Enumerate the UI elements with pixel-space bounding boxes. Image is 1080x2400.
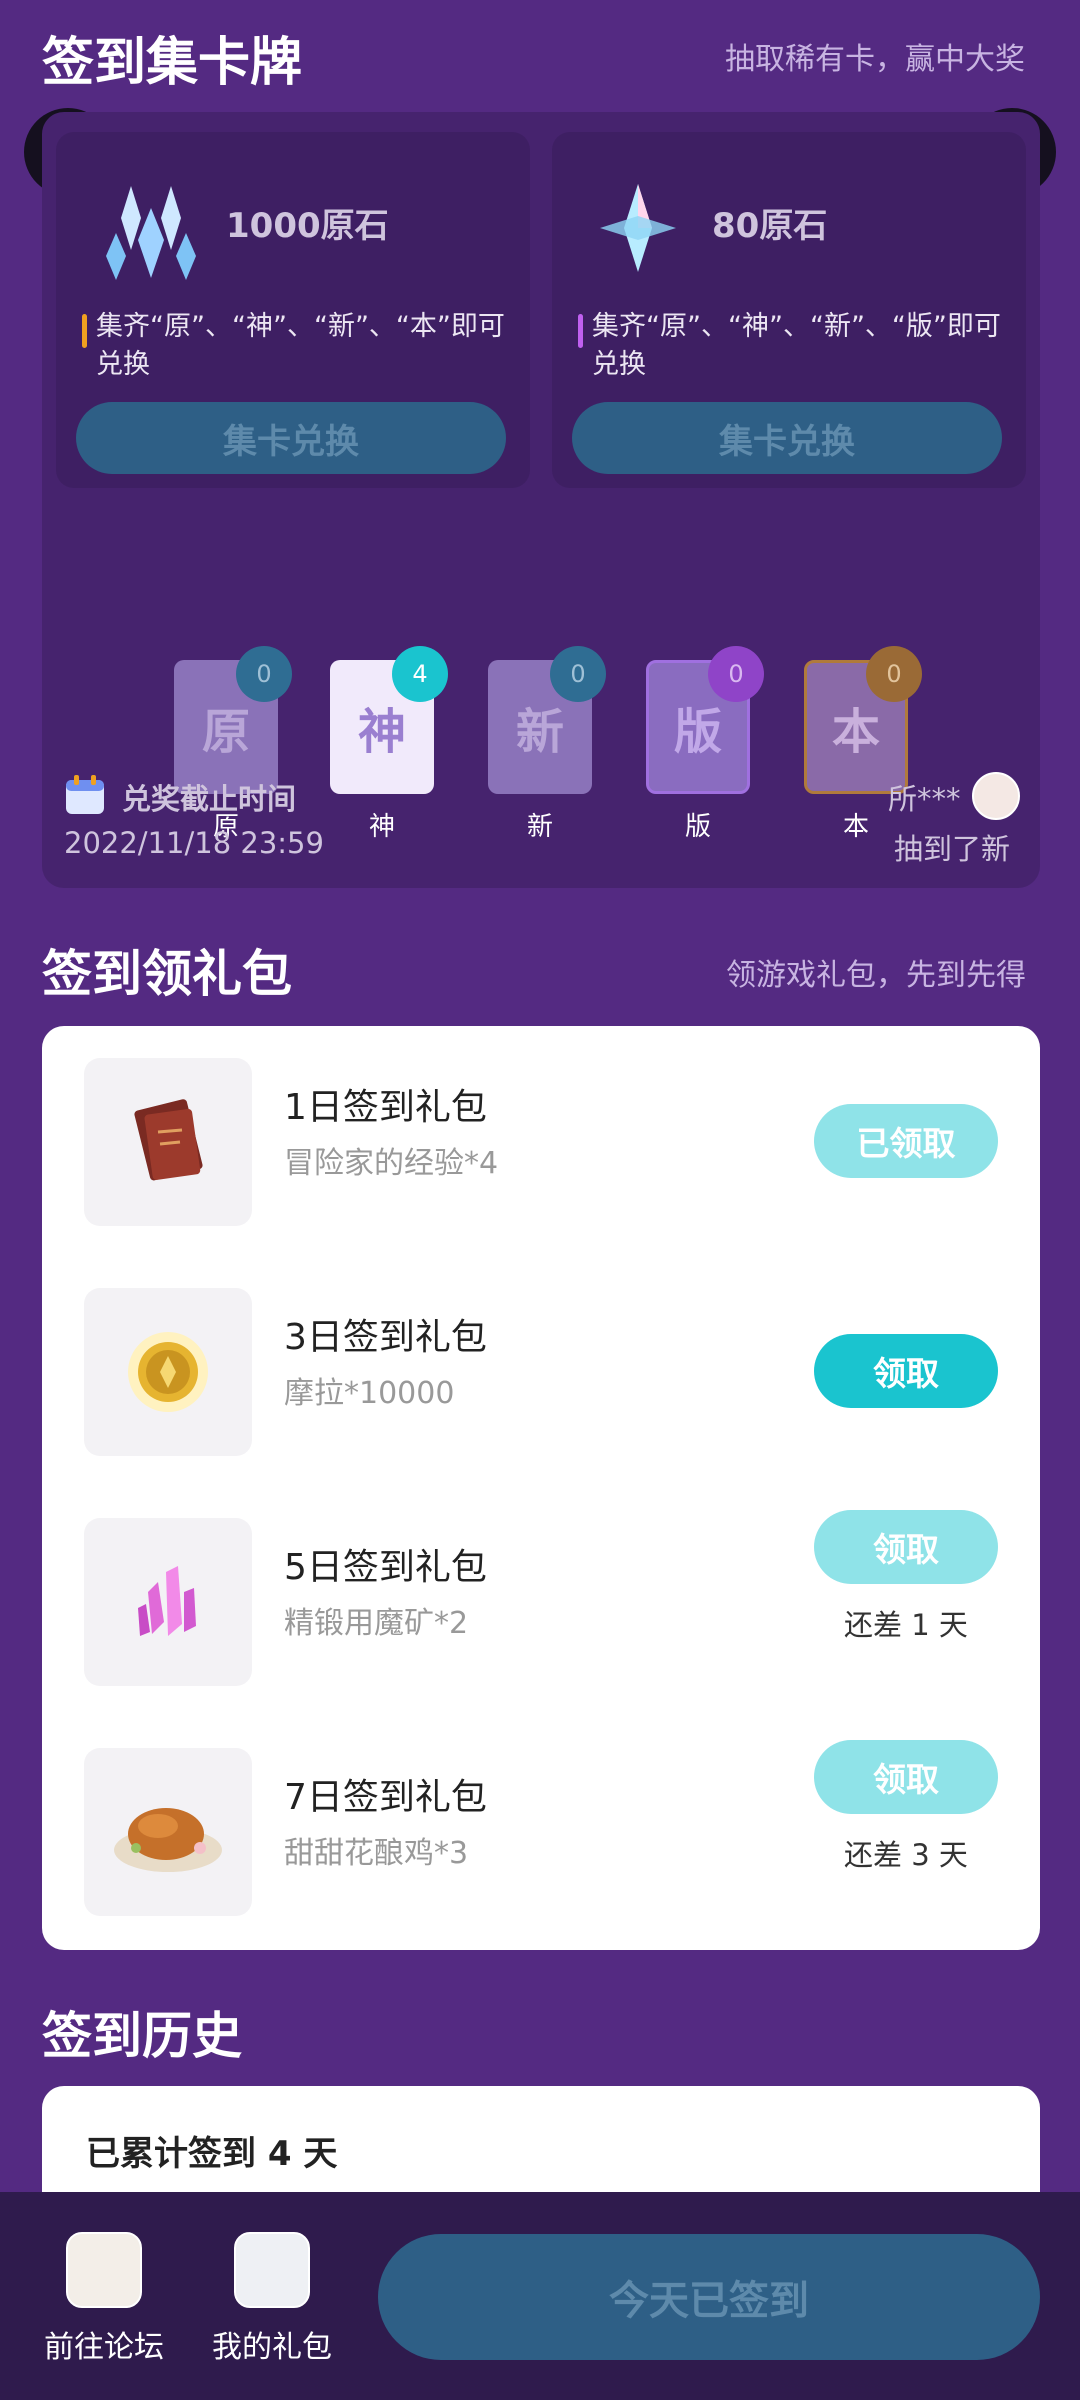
item-name: 1日签到礼包 bbox=[284, 1087, 487, 1128]
item-name: 7日签到礼包 bbox=[284, 1777, 487, 1818]
claim-button-locked[interactable]: 领取 bbox=[814, 1510, 998, 1584]
winner-avatar bbox=[972, 772, 1020, 820]
item-description: 精锻用魔矿*2 bbox=[284, 1606, 469, 1641]
claim-button[interactable]: 领取 bbox=[814, 1334, 998, 1408]
card-label: 版 bbox=[684, 812, 711, 842]
reward-amount: 80原石 bbox=[712, 206, 828, 246]
forum-avatar-icon bbox=[66, 2232, 142, 2308]
card-shen[interactable]: 神 4 神 bbox=[330, 646, 448, 842]
card-ban[interactable]: 版 0 版 bbox=[646, 646, 764, 842]
accent-bar bbox=[82, 314, 87, 348]
bottom-bar: 前往论坛 我的礼包 今天已签到 bbox=[0, 2192, 1080, 2400]
reward-card-80: 80原石 集齐“原”、“神”、“新”、“版”即可兑换 集卡兑换 bbox=[552, 132, 1026, 488]
section-title-gift: 签到领礼包 bbox=[42, 945, 292, 1003]
crystal-ore-icon bbox=[138, 1566, 196, 1636]
gift-list: 1日签到礼包 冒险家的经验*4 已领取 3日签到礼包 摩拉*10000 领取 5… bbox=[42, 1026, 1040, 1950]
item-thumbnail bbox=[84, 1058, 252, 1226]
reward-description: 集齐“原”、“神”、“新”、“版”即可兑换 bbox=[578, 308, 1012, 384]
item-thumbnail bbox=[84, 1748, 252, 1916]
list-item: 3日签到礼包 摩拉*10000 领取 bbox=[42, 1256, 1040, 1486]
list-item: 7日签到礼包 甜甜花酿鸡*3 领取 还差 3 天 bbox=[42, 1716, 1040, 1946]
item-name: 5日签到礼包 bbox=[284, 1547, 487, 1588]
item-thumbnail bbox=[84, 1518, 252, 1686]
item-description: 摩拉*10000 bbox=[284, 1376, 455, 1411]
primogem-bundle-icon bbox=[106, 186, 196, 280]
total-checkin-text: 已累计签到 4 天 bbox=[86, 2134, 338, 2174]
item-thumbnail bbox=[84, 1288, 252, 1456]
card-ben[interactable]: 本 0 本 bbox=[804, 646, 922, 842]
gift-avatar-icon bbox=[234, 2232, 310, 2308]
accent-bar bbox=[578, 314, 583, 348]
section-subtitle-gift: 领游戏礼包，先到先得 bbox=[726, 958, 1026, 993]
item-description: 甜甜花酿鸡*3 bbox=[284, 1836, 469, 1871]
item-description: 冒险家的经验*4 bbox=[284, 1146, 499, 1181]
card-count-badge: 4 bbox=[392, 646, 448, 702]
primogem-icon bbox=[600, 184, 676, 272]
reward-card-1000: 1000原石 集齐“原”、“神”、“新”、“本”即可兑换 集卡兑换 bbox=[56, 132, 530, 488]
calendar-icon bbox=[66, 775, 104, 814]
exchange-button[interactable]: 集卡兑换 bbox=[572, 402, 1002, 474]
card-count-badge: 0 bbox=[866, 646, 922, 702]
forum-label: 前往论坛 bbox=[44, 2330, 164, 2365]
card-count-badge: 0 bbox=[708, 646, 764, 702]
days-remaining: 还差 1 天 bbox=[844, 1608, 968, 1642]
checked-in-button[interactable]: 今天已签到 bbox=[378, 2234, 1040, 2360]
mora-coin-icon bbox=[128, 1332, 208, 1412]
section-subtitle-collect: 抽取稀有卡，赢中大奖 bbox=[725, 42, 1025, 77]
roast-chicken-icon bbox=[114, 1808, 222, 1872]
book-icon bbox=[134, 1099, 203, 1181]
item-name: 3日签到礼包 bbox=[284, 1317, 487, 1358]
list-item: 1日签到礼包 冒险家的经验*4 已领取 bbox=[42, 1026, 1040, 1256]
claim-button-locked[interactable]: 领取 bbox=[814, 1740, 998, 1814]
winner-name: 所*** bbox=[888, 782, 961, 816]
collect-card-panel: 1000原石 集齐“原”、“神”、“新”、“本”即可兑换 集卡兑换 80原石 集… bbox=[42, 112, 1040, 888]
card-count-badge: 0 bbox=[550, 646, 606, 702]
card-label: 神 bbox=[368, 812, 395, 842]
card-yuan[interactable]: 原 0 原 bbox=[174, 646, 292, 842]
winner-action: 抽到了新 bbox=[894, 832, 1011, 866]
deadline-label: 兑奖截止时间 bbox=[122, 782, 297, 816]
forum-nav-item[interactable]: 前往论坛 bbox=[34, 2232, 174, 2366]
reward-amount: 1000原石 bbox=[226, 206, 389, 246]
exchange-button[interactable]: 集卡兑换 bbox=[76, 402, 506, 474]
my-gifts-nav-item[interactable]: 我的礼包 bbox=[202, 2232, 342, 2366]
days-remaining: 还差 3 天 bbox=[844, 1838, 968, 1872]
section-title-history: 签到历史 bbox=[42, 2007, 242, 2065]
list-item: 5日签到礼包 精锻用魔矿*2 领取 还差 1 天 bbox=[42, 1486, 1040, 1716]
section-title-collect: 签到集卡牌 bbox=[42, 33, 303, 93]
card-count-badge: 0 bbox=[236, 646, 292, 702]
deadline-value: 2022/11/18 23:59 bbox=[64, 826, 324, 860]
reward-description: 集齐“原”、“神”、“新”、“本”即可兑换 bbox=[82, 308, 516, 384]
my-gifts-label: 我的礼包 bbox=[212, 2330, 332, 2365]
card-label: 新 bbox=[526, 812, 553, 842]
card-xin[interactable]: 新 0 新 bbox=[488, 646, 606, 842]
claimed-button[interactable]: 已领取 bbox=[814, 1104, 998, 1178]
